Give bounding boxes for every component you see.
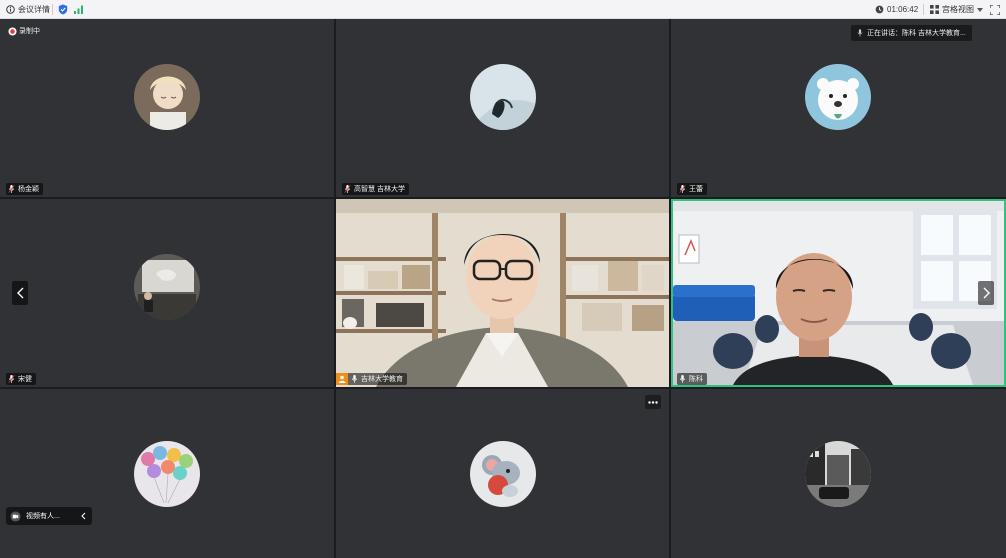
top-bar: 会议详情 01:06:42 宫格视图 (0, 0, 1006, 19)
participant-name: 杨金颖 (18, 186, 39, 193)
divider (923, 4, 924, 15)
floating-bar-label: 视频有人... (26, 513, 60, 520)
participant-tile[interactable]: 正在讲话： 陈科 吉林大学教育... 王蕾 (671, 19, 1006, 197)
participant-video-tile[interactable]: 吉林大学教育 (336, 199, 669, 387)
participant-name-tag: 杨金颖 (6, 183, 43, 195)
avatar (134, 441, 200, 507)
mic-icon (857, 29, 863, 37)
chevron-left-icon (16, 287, 23, 299)
participant-name: 王蕾 (689, 186, 703, 193)
participant-video (673, 201, 1004, 385)
avatar (805, 64, 871, 130)
participant-tile[interactable]: 宋健 (0, 199, 334, 387)
avatar (470, 64, 536, 130)
view-mode-dropdown[interactable]: 宫格视图 (930, 0, 983, 19)
speaking-name: 陈科 吉林大学教育... (902, 30, 966, 37)
meeting-info-button[interactable]: 会议详情 (6, 0, 50, 19)
participant-video (336, 199, 669, 387)
chevron-down-icon (977, 7, 983, 12)
avatar (134, 254, 200, 320)
security-shield-icon[interactable] (58, 0, 68, 19)
mic-icon (679, 185, 686, 193)
network-signal-icon[interactable] (74, 0, 84, 19)
speaking-indicator: 正在讲话： 陈科 吉林大学教育... (851, 25, 972, 41)
mic-icon (351, 375, 358, 383)
speaking-label: 正在讲话： (867, 30, 902, 37)
participant-name: 吉林大学教育 (361, 376, 403, 383)
previous-page-button[interactable] (12, 281, 28, 305)
host-icon (336, 373, 348, 385)
recording-icon (8, 26, 17, 36)
participant-tile[interactable] (671, 389, 1006, 558)
participant-name-tag: 宋健 (6, 373, 36, 385)
chevron-right-icon (983, 287, 990, 299)
active-speaker-tile[interactable]: 陈科 (671, 199, 1006, 387)
more-options-button[interactable] (645, 395, 661, 409)
mic-icon (679, 375, 686, 383)
grid-view-icon (930, 5, 939, 14)
divider (52, 4, 53, 15)
fullscreen-icon (990, 4, 1000, 15)
meeting-info-label: 会议详情 (18, 5, 50, 14)
video-grid: 录制中 杨金颖 高智慧 吉林大学 正在讲话： 陈科 吉林大学教育... 王蕾 宋… (0, 19, 1006, 558)
clock-icon (875, 5, 884, 14)
recording-label: 录制中 (19, 28, 40, 35)
participant-tile[interactable]: 视频有人... (0, 389, 334, 558)
participant-name: 陈科 (689, 376, 703, 383)
participant-name: 高智慧 吉林大学 (354, 186, 405, 193)
mic-icon (8, 185, 15, 193)
more-icon (648, 400, 658, 404)
chevron-left-icon[interactable] (81, 512, 86, 520)
participant-tile[interactable] (336, 389, 669, 558)
floating-video-bar[interactable]: 视频有人... (6, 507, 92, 525)
participant-name: 宋健 (18, 376, 32, 383)
next-page-button[interactable] (978, 281, 994, 305)
participant-name-tag: 吉林大学教育 (336, 373, 407, 385)
avatar (470, 441, 536, 507)
participant-name-tag: 陈科 (677, 373, 707, 385)
meeting-info-icon (6, 5, 15, 14)
fullscreen-button[interactable] (990, 0, 1000, 19)
meeting-timer: 01:06:42 (875, 0, 918, 19)
mic-icon (8, 375, 15, 383)
view-mode-label: 宫格视图 (942, 5, 974, 14)
participant-name-tag: 王蕾 (677, 183, 707, 195)
timer-text: 01:06:42 (887, 5, 919, 14)
participant-name-tag: 高智慧 吉林大学 (342, 183, 409, 195)
recording-indicator: 录制中 (8, 26, 40, 36)
mic-icon (344, 185, 351, 193)
participant-tile[interactable]: 录制中 杨金颖 (0, 19, 334, 197)
avatar (805, 441, 871, 507)
camera-icon (10, 510, 21, 522)
participant-tile[interactable]: 高智慧 吉林大学 (336, 19, 669, 197)
avatar (134, 64, 200, 130)
